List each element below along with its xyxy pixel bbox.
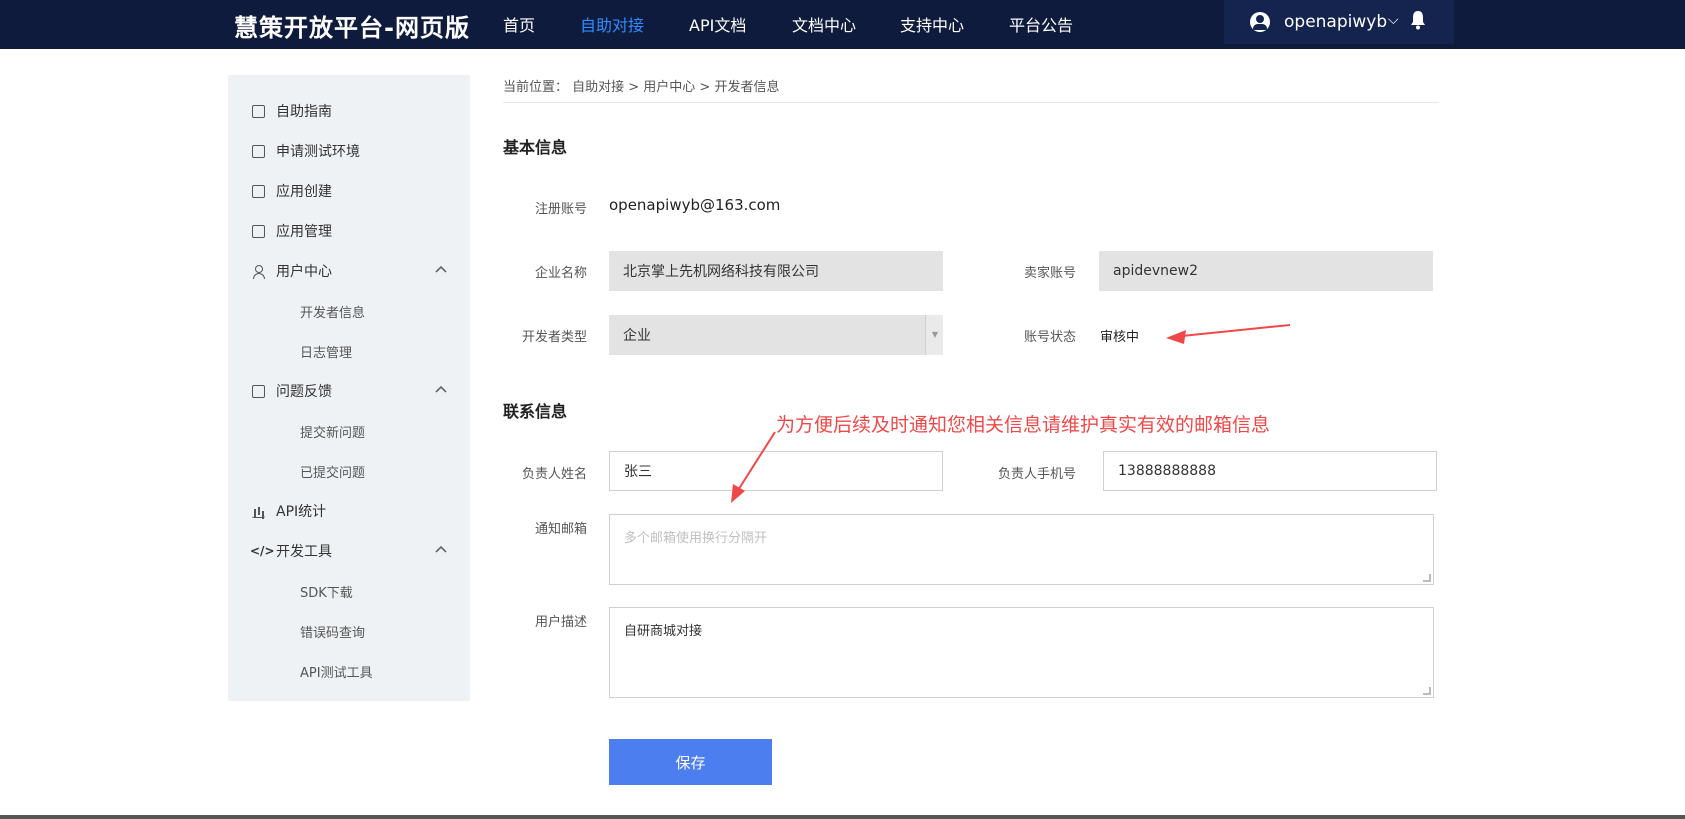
bottom-border xyxy=(0,815,1685,819)
arrow-to-status xyxy=(1166,324,1291,344)
arrow-to-email xyxy=(731,431,776,503)
annotation-arrows xyxy=(731,324,1291,503)
